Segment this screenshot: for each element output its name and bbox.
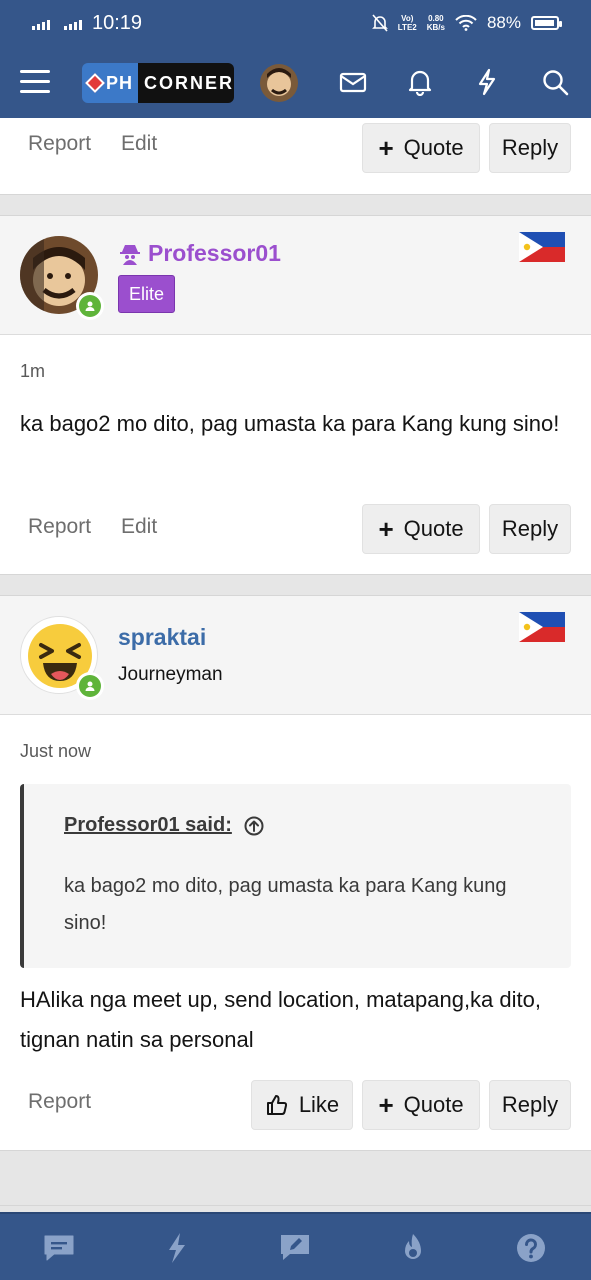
user-title-badge: Elite — [118, 275, 176, 313]
bell-icon[interactable] — [405, 68, 435, 96]
post-footer-previous: Report Edit + Quote Reply — [0, 118, 591, 194]
plus-icon: + — [378, 1090, 394, 1120]
reply-button[interactable]: Reply — [489, 504, 571, 554]
report-link[interactable]: Report — [28, 515, 91, 539]
status-bar: 10:19 Vo) LTE2 0.80 KB/s 88% — [0, 0, 591, 46]
post-message: ka bago2 mo dito, pag umasta ka para Kan… — [20, 411, 560, 436]
battery-percent: 88% — [486, 13, 521, 32]
edit-link[interactable]: Edit — [121, 132, 157, 156]
search-icon[interactable] — [541, 68, 571, 96]
quote-label: Quote — [403, 1092, 464, 1117]
user-title: Journeyman — [118, 664, 223, 685]
username-text: Professor01 — [148, 240, 281, 266]
thumbs-up-icon — [266, 1095, 287, 1115]
battery-icon — [531, 16, 562, 30]
online-indicator — [76, 292, 104, 320]
post-separator — [0, 194, 591, 216]
lte-indicator: Vo) LTE2 — [397, 14, 417, 32]
forums-icon[interactable] — [42, 1232, 76, 1264]
whats-new-icon[interactable] — [160, 1232, 194, 1264]
quote-block: Professor01 said: ka bago2 mo dito, pag … — [20, 784, 571, 968]
like-label: Like — [298, 1092, 340, 1117]
reply-label: Reply — [501, 135, 559, 160]
spy-icon — [120, 244, 140, 265]
edit-link[interactable]: Edit — [121, 515, 157, 539]
signal-icon-2 — [64, 16, 82, 30]
reply-button[interactable]: Reply — [489, 1080, 571, 1130]
hamburger-menu-icon[interactable] — [20, 68, 50, 96]
wifi-icon — [455, 15, 477, 31]
top-nav: PH CORNER — [0, 46, 591, 118]
poster-username[interactable]: spraktai — [118, 624, 206, 651]
post-header: Professor01 Elite — [0, 216, 591, 335]
reply-label: Reply — [501, 1092, 559, 1117]
plus-icon: + — [378, 133, 394, 163]
quote-text: ka bago2 mo dito, pag umasta ka para Kan… — [64, 875, 507, 934]
signal-icon — [32, 16, 50, 30]
post-separator — [0, 574, 591, 596]
logo-corner-text: CORNER — [137, 63, 234, 103]
poster-username[interactable]: Professor01 — [118, 240, 281, 267]
poster-avatar[interactable] — [20, 236, 104, 320]
philippines-flag-icon — [519, 232, 565, 262]
reply-label: Reply — [501, 516, 559, 541]
report-link[interactable]: Report — [28, 132, 91, 156]
user-avatar[interactable] — [260, 64, 298, 102]
quote-author-link[interactable]: Professor01 said: — [64, 814, 264, 837]
post-professor01: Professor01 Elite 1m ka bago2 mo dito, p… — [0, 216, 591, 574]
quote-button[interactable]: + Quote — [362, 1080, 480, 1130]
logo-cube-icon — [85, 73, 105, 93]
site-logo[interactable]: PH CORNER — [82, 63, 234, 103]
quote-label: Quote — [403, 516, 464, 541]
logo-ph-text: PH — [106, 72, 134, 93]
poster-avatar[interactable] — [20, 616, 104, 700]
bottom-nav — [0, 1212, 591, 1280]
online-indicator — [76, 672, 104, 700]
lightning-icon[interactable] — [472, 68, 502, 96]
report-link[interactable]: Report — [28, 1090, 91, 1114]
inbox-icon[interactable] — [338, 68, 368, 96]
mute-bell-icon — [371, 14, 388, 32]
reply-button[interactable]: Reply — [489, 123, 571, 173]
quote-button[interactable]: + Quote — [362, 504, 480, 554]
trending-fire-icon[interactable] — [396, 1232, 430, 1264]
arrow-up-circle-icon[interactable] — [244, 816, 264, 836]
plus-icon: + — [378, 514, 394, 544]
post-message: HAlika nga meet up, send location, matap… — [20, 987, 541, 1052]
new-post-icon[interactable] — [278, 1232, 312, 1264]
post-separator — [0, 1150, 591, 1206]
post-header: spraktai Journeyman — [0, 596, 591, 715]
like-button[interactable]: Like — [251, 1080, 353, 1130]
philippines-flag-icon — [519, 612, 565, 642]
quote-button[interactable]: + Quote — [362, 123, 480, 173]
post-spraktai: spraktai Journeyman Just now Professor01… — [0, 596, 591, 1150]
help-icon[interactable] — [514, 1232, 548, 1264]
net-speed: 0.80 KB/s — [426, 14, 445, 32]
quote-author-text: Professor01 said: — [64, 814, 232, 836]
quote-label: Quote — [403, 135, 464, 160]
post-timestamp[interactable]: Just now — [20, 741, 91, 762]
post-timestamp[interactable]: 1m — [20, 361, 45, 382]
status-time: 10:19 — [92, 11, 143, 34]
